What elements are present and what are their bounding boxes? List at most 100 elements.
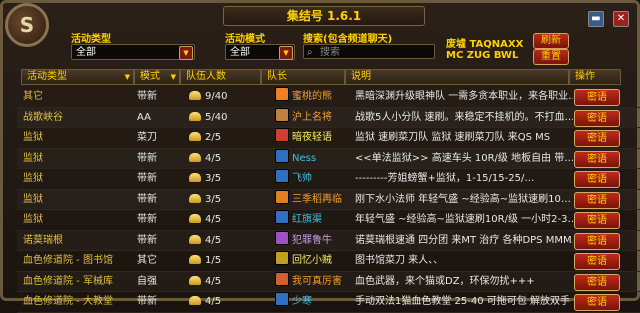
reset-button[interactable]: 重置 [533, 49, 569, 65]
column-header-leader[interactable]: 队长 [261, 69, 345, 85]
row-leader-name: 少寒 [292, 296, 312, 307]
row-leader-name: 暗夜轻语 [292, 132, 332, 143]
row-member-count: 4/5 [189, 272, 267, 291]
table-row[interactable]: 战歌峡谷 AA 5/40 沪上名将 战歌5人小分队 速刷。来稳定不挂机的。不打血… 密语 [17, 107, 640, 128]
row-leader[interactable]: 沪上名将 [275, 107, 357, 127]
table-row[interactable]: 监狱 带新 3/5 三季稻再临 刚下水小法师 年轻气盛 ~经验高~监狱速刷10… 密语 [17, 189, 640, 210]
whisper-button[interactable]: 密语 [574, 232, 620, 250]
window-controls: ▬ ✕ [584, 6, 629, 27]
activity-type-dropdown[interactable]: 全部 ▼ [71, 44, 195, 60]
row-leader-name: 沪上名将 [292, 111, 332, 123]
chevron-down-icon[interactable]: ▼ [179, 46, 193, 60]
row-leader-name: 蜜桃的熊 [292, 91, 332, 102]
row-activity-type: 监狱 [23, 132, 43, 143]
column-header-mode[interactable]: 模式 ▼ [134, 69, 180, 85]
row-member-count: 9/40 [189, 87, 267, 106]
row-member-count: 5/40 [189, 108, 267, 127]
close-icon[interactable]: ✕ [613, 11, 629, 27]
row-leader-name: 我可真厉害 [292, 275, 342, 287]
row-member-count-value: 9/40 [205, 91, 228, 102]
table-row[interactable]: 其它 带新 9/40 蜜桃的熊 黑暗深渊升级眼神队 一需多贪本职业，来各职业… 密语 [17, 87, 640, 108]
window-title: 集结号 1.6.1 [223, 6, 425, 26]
row-member-count: 1/5 [189, 251, 267, 270]
class-icon [275, 128, 289, 142]
row-member-count: 4/5 [189, 292, 267, 311]
whisper-button[interactable]: 密语 [574, 89, 620, 106]
whisper-button[interactable]: 密语 [574, 294, 620, 311]
column-header-mode-label: 模式 [140, 71, 160, 82]
row-leader[interactable]: 我可真厉害 [275, 271, 357, 291]
table-row[interactable]: 血色修道院 - 图书馆 其它 1/5 回忆小贼 图书馆菜刀 来人、、 密语 [17, 251, 640, 272]
whisper-button[interactable]: 密语 [574, 171, 620, 188]
sort-arrow-icon: ▼ [170, 73, 176, 81]
raid-finder-window: S 集结号 1.6.1 ▬ ✕ 活动类型 全部 ▼ 活动模式 全部 ▼ 搜索(包… [0, 0, 640, 313]
refresh-button[interactable]: 刷新 [533, 33, 569, 49]
row-leader[interactable]: 回忆小贼 [275, 251, 357, 270]
row-member-count: 4/5 [189, 149, 267, 168]
whisper-button[interactable]: 密语 [574, 212, 620, 229]
class-icon [275, 292, 289, 306]
whisper-button[interactable]: 密语 [574, 191, 620, 209]
minimize-icon[interactable]: ▬ [587, 11, 604, 27]
row-description: 刚下水小法师 年轻气盛 ~经验高~监狱速刷10… [355, 193, 571, 205]
row-mode: 其它 [137, 255, 157, 266]
row-member-count-value: 4/5 [205, 296, 222, 307]
row-leader[interactable]: Ness [275, 148, 357, 168]
row-mode: 带新 [137, 91, 157, 102]
whisper-button[interactable]: 密语 [574, 150, 620, 168]
column-header-count-label: 队伍人数 [186, 71, 226, 82]
row-description: 年轻气盛 ~经验高~监狱速刷10R/级 一小时2-3… [355, 214, 573, 225]
table-row[interactable]: 监狱 带新 3/5 飞帅 ---------芳姐螃蟹+监狱，1-15/15-25/… 密语 [17, 169, 640, 190]
row-leader[interactable]: 少寒 [275, 292, 357, 311]
search-input[interactable]: ⌕ 搜索 [303, 44, 435, 59]
table-row[interactable]: 监狱 菜刀 2/5 暗夜轻语 监狱 速刷菜刀队 监狱 速刷菜刀队 来QS MS 密语 [17, 128, 640, 149]
class-icon [275, 169, 289, 183]
class-icon [275, 189, 289, 204]
row-leader[interactable]: 飞帅 [275, 169, 357, 188]
row-leader[interactable]: 蜜桃的熊 [275, 87, 357, 106]
column-header-desc-label: 说明 [351, 71, 371, 82]
column-header-desc[interactable]: 说明 [345, 69, 569, 85]
whisper-button[interactable]: 密语 [574, 253, 620, 270]
group-list: 其它 带新 9/40 蜜桃的熊 黑暗深渊升级眼神队 一需多贪本职业，来各职业… 密语 战歌峡… [17, 87, 640, 313]
row-description: <<单法监狱>> 高速车头 10R/级 地板自由 带… [355, 152, 573, 164]
row-leader-name: 犯罪鲁牛 [292, 234, 332, 246]
whisper-button[interactable]: 密语 [574, 130, 620, 147]
row-leader-name: 三季稻再临 [292, 193, 342, 205]
activity-mode-dropdown[interactable]: 全部 ▼ [225, 44, 295, 60]
row-activity-type: 战歌峡谷 [23, 111, 63, 123]
class-icon [275, 271, 289, 286]
row-activity-type: 血色修道院 - 大教堂 [23, 296, 113, 307]
party-members-icon [189, 111, 201, 121]
row-member-count-value: 4/5 [205, 152, 222, 164]
table-row[interactable]: 监狱 带新 4/5 红旗渠 年轻气盛 ~经验高~监狱速刷10R/级 一小时2-3… 密语 [17, 210, 640, 231]
row-leader-name: 回忆小贼 [292, 255, 332, 266]
activity-type-value: 全部 [76, 47, 96, 58]
chevron-down-icon[interactable]: ▼ [279, 46, 293, 60]
table-row[interactable]: 监狱 带新 4/5 Ness <<单法监狱>> 高速车头 10R/级 地板自由 带… 密语 [17, 148, 640, 169]
table-row[interactable]: 血色修道院 - 军械库 自强 4/5 我可真厉害 血色武器，来个猫或DZ，环保勿扰+++… [17, 271, 640, 292]
row-description: 手动双法1猫血色教堂 25-40 可拖可包 解放双手 [355, 296, 570, 307]
whisper-button[interactable]: 密语 [574, 109, 620, 127]
row-description: 战歌5人小分队 速刷。来稳定不挂机的。不打血… [355, 111, 573, 123]
whisper-button[interactable]: 密语 [574, 273, 620, 291]
tracked-instances-line1: 废墟 TAQNAXX [446, 39, 524, 50]
row-leader[interactable]: 暗夜轻语 [275, 128, 357, 147]
row-mode: 菜刀 [137, 132, 157, 143]
row-leader[interactable]: 三季稻再临 [275, 189, 357, 209]
party-members-icon [189, 234, 201, 244]
row-leader[interactable]: 红旗渠 [275, 210, 357, 229]
row-activity-type: 监狱 [23, 214, 43, 225]
row-activity-type: 监狱 [23, 193, 43, 205]
row-member-count-value: 4/5 [205, 275, 222, 287]
row-leader[interactable]: 犯罪鲁牛 [275, 230, 357, 250]
column-header-type[interactable]: 活动类型 ▼ [21, 69, 134, 85]
activity-mode-value: 全部 [230, 47, 250, 58]
table-row[interactable]: 血色修道院 - 大教堂 带新 4/5 少寒 手动双法1猫血色教堂 25-40 可拖可包 … [17, 292, 640, 313]
row-mode: 带新 [137, 152, 157, 164]
party-members-icon [189, 152, 201, 162]
table-row[interactable]: 诺莫瑞根 带新 4/5 犯罪鲁牛 诺莫瑞根速通 四分团 来MT 治疗 各种DPS MMM… [17, 230, 640, 251]
row-member-count-value: 2/5 [205, 132, 222, 143]
row-activity-type: 其它 [23, 91, 43, 102]
column-header-count[interactable]: 队伍人数 [180, 69, 261, 85]
